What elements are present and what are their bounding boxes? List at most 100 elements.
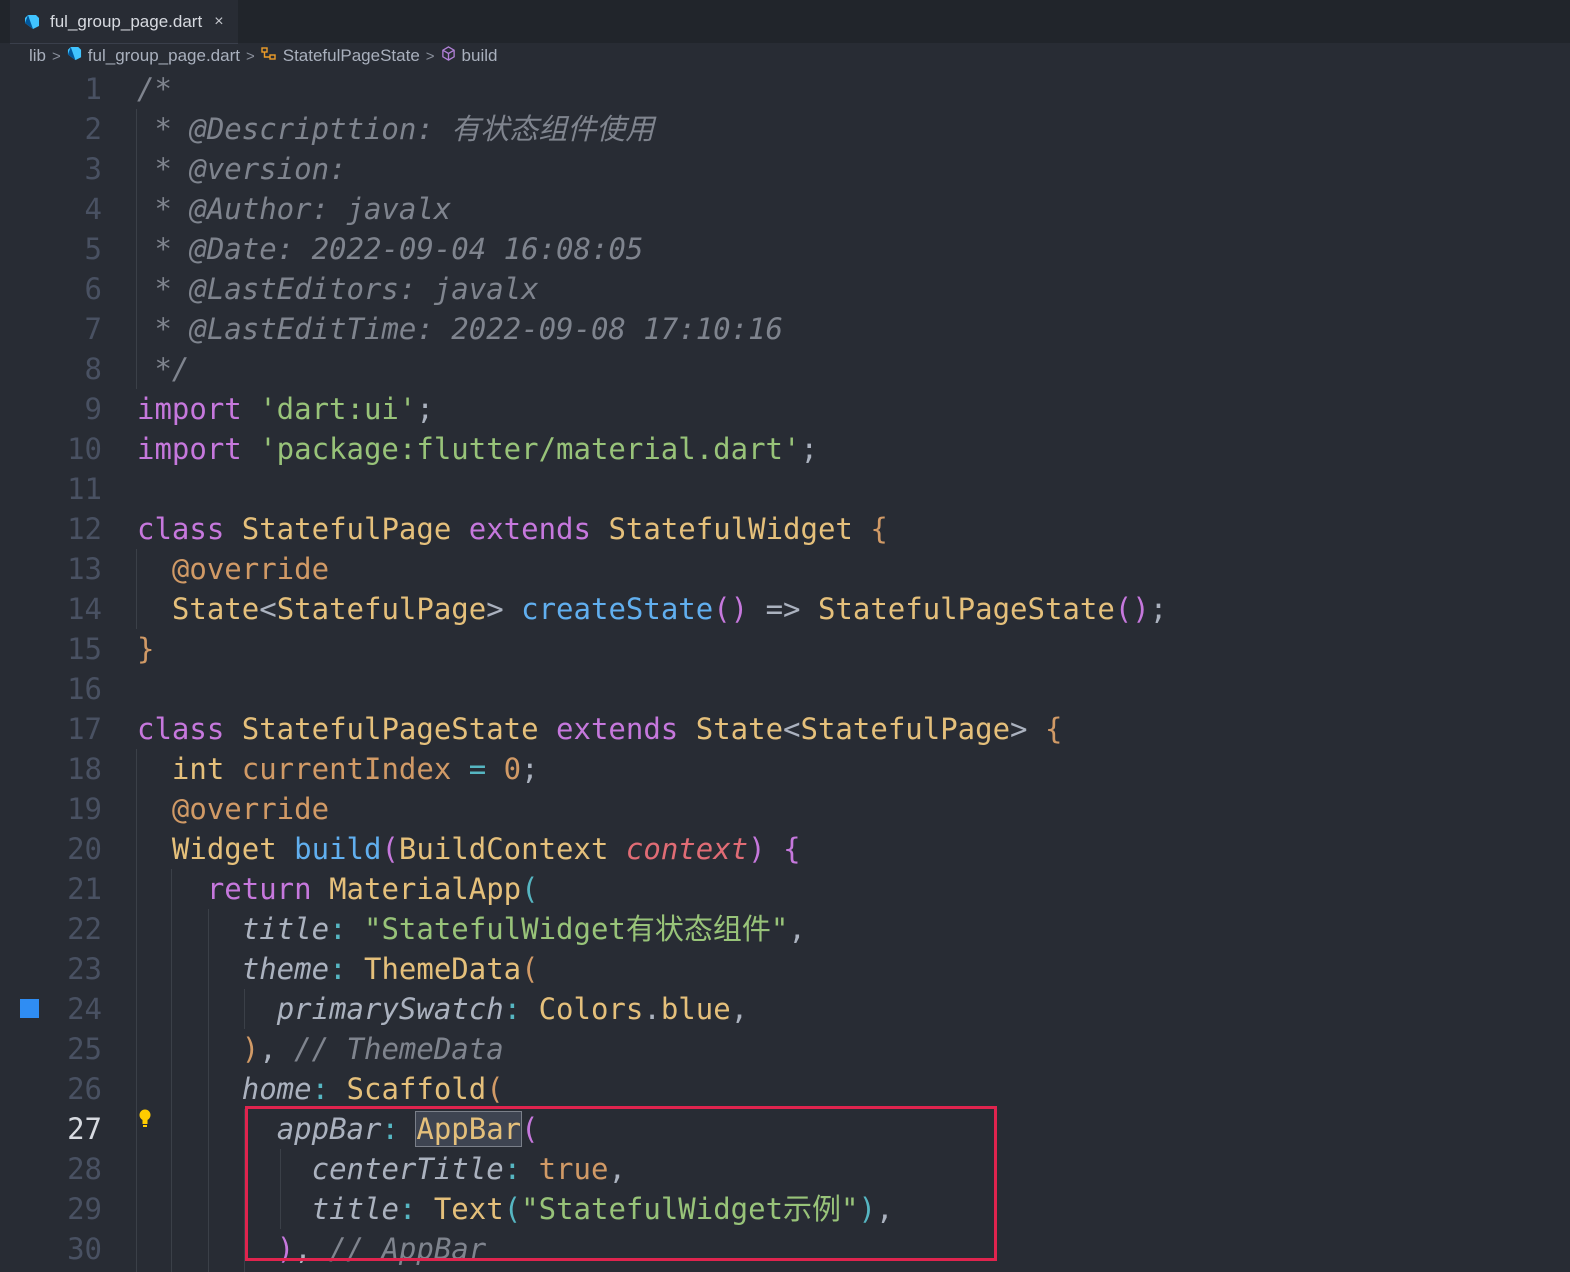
code-token: <	[783, 712, 801, 746]
code-line[interactable]: 11	[0, 469, 1570, 509]
code-text[interactable]: import 'dart:ui';	[137, 389, 434, 429]
code-text[interactable]: home: Scaffold(	[137, 1069, 504, 1109]
code-line[interactable]: 18 int currentIndex = 0;	[0, 749, 1570, 789]
code-text[interactable]: State<StatefulPage> createState() => Sta…	[137, 589, 1167, 629]
code-line[interactable]: 7 * @LastEditTime: 2022-09-08 17:10:16	[0, 309, 1570, 349]
code-text[interactable]: /*	[137, 69, 172, 109]
code-token: {	[1044, 712, 1063, 746]
code-text[interactable]: ), // ThemeData	[137, 1029, 504, 1069]
code-line[interactable]: 20 Widget build(BuildContext context) {	[0, 829, 1570, 869]
code-token: import	[137, 392, 260, 426]
code-text[interactable]: * @LastEditors: javalx	[137, 269, 538, 309]
code-token: )	[241, 1032, 260, 1066]
code-text[interactable]: * @LastEditTime: 2022-09-08 17:10:16	[137, 309, 783, 349]
lightbulb-icon[interactable]	[138, 1108, 152, 1128]
code-line[interactable]: 15}	[0, 629, 1570, 669]
code-line[interactable]: 19 @override	[0, 789, 1570, 829]
line-number: 22	[67, 912, 102, 946]
code-text[interactable]: import 'package:flutter/material.dart';	[137, 429, 818, 469]
editor-tab-bar: ful_group_page.dart ×	[0, 0, 1570, 44]
code-line[interactable]: 13 @override	[0, 549, 1570, 589]
code-line[interactable]: 9 import 'dart:ui';	[0, 389, 1570, 429]
code-text[interactable]: * @Date: 2022-09-04 16:08:05	[137, 229, 643, 269]
code-token: BuildContext	[398, 832, 626, 866]
code-text[interactable]: class StatefulPageState extends State<St…	[137, 709, 1062, 749]
code-token: @override	[171, 792, 330, 826]
code-text[interactable]: title: "StatefulWidget有状态组件",	[137, 909, 806, 949]
method-cube-icon	[441, 46, 456, 66]
code-text[interactable]: theme: ThemeData(	[137, 949, 539, 989]
code-line[interactable]: 22 title: "StatefulWidget有状态组件",	[0, 909, 1570, 949]
code-line[interactable]: 4 * @Author: javalx	[0, 189, 1570, 229]
code-text[interactable]: * @Author: javalx	[137, 189, 451, 229]
code-token: Scaffold	[346, 1072, 487, 1106]
line-number: 23	[67, 952, 102, 986]
code-token: * @Descripttion: 有状态组件使用	[137, 112, 655, 146]
code-line[interactable]: 21 return MaterialApp(	[0, 869, 1570, 909]
breadcrumb-item-method[interactable]: build	[441, 46, 497, 66]
code-token: 'package:flutter/material.dart'	[259, 432, 801, 466]
code-line[interactable]: 26 home: Scaffold(	[0, 1069, 1570, 1109]
code-token: "StatefulWidget有状态组件"	[364, 912, 789, 946]
code-line[interactable]: 24 primarySwatch: Colors.blue,	[0, 989, 1570, 1029]
code-text[interactable]: return MaterialApp(	[137, 869, 539, 909]
code-line[interactable]: 3 * @version:	[0, 149, 1570, 189]
code-token: theme	[241, 952, 330, 986]
code-text[interactable]: class StatefulPage extends StatefulWidge…	[137, 509, 888, 549]
line-number: 27	[67, 1112, 102, 1146]
code-line[interactable]: 12 class StatefulPage extends StatefulWid…	[0, 509, 1570, 549]
file-tab[interactable]: ful_group_page.dart ×	[10, 0, 238, 44]
line-number: 6	[84, 272, 102, 306]
code-line[interactable]: 1 /*	[0, 69, 1570, 109]
code-token: blue	[660, 992, 731, 1026]
code-line[interactable]: 6 * @LastEditors: javalx	[0, 269, 1570, 309]
modified-line-marker[interactable]	[20, 999, 39, 1018]
line-number: 7	[84, 312, 102, 346]
code-line[interactable]: 10 import 'package:flutter/material.dart'…	[0, 429, 1570, 469]
code-token: extends	[468, 512, 609, 546]
line-number: 15	[67, 632, 102, 666]
code-text[interactable]: primarySwatch: Colors.blue,	[137, 989, 748, 1029]
line-number: 18	[67, 752, 102, 786]
breadcrumb-item-lib[interactable]: lib	[29, 46, 46, 66]
code-token: :	[503, 992, 539, 1026]
code-token: StatefulPage	[241, 512, 469, 546]
code-token: =	[451, 752, 504, 786]
breadcrumb-item-class[interactable]: StatefulPageState	[261, 46, 420, 66]
code-line[interactable]: 8 */	[0, 349, 1570, 389]
close-icon[interactable]: ×	[214, 13, 223, 31]
code-token: <	[259, 592, 277, 626]
code-text[interactable]: @override	[137, 549, 329, 589]
code-token: :	[311, 1072, 347, 1106]
code-text[interactable]: Widget build(BuildContext context) {	[137, 829, 801, 869]
class-icon	[261, 46, 277, 66]
code-token: StatefulWidget	[608, 512, 871, 546]
breadcrumb-item-file[interactable]: ful_group_page.dart	[67, 46, 240, 66]
code-token: (	[521, 952, 539, 986]
line-number: 2	[84, 112, 102, 146]
code-text[interactable]: */	[137, 349, 189, 389]
code-text[interactable]: * @Descripttion: 有状态组件使用	[137, 109, 654, 149]
code-line[interactable]: 14 State<StatefulPage> createState() => …	[0, 589, 1570, 629]
code-line[interactable]: 25 ), // ThemeData	[0, 1029, 1570, 1069]
code-token: extends	[556, 712, 696, 746]
code-text[interactable]: int currentIndex = 0;	[137, 749, 539, 789]
code-line[interactable]: 23 theme: ThemeData(	[0, 949, 1570, 989]
code-text[interactable]: * @version:	[137, 149, 346, 189]
code-line[interactable]: 16	[0, 669, 1570, 709]
line-number: 3	[84, 152, 102, 186]
code-text[interactable]: @override	[137, 789, 329, 829]
code-token: return	[206, 872, 330, 906]
code-line[interactable]: 5 * @Date: 2022-09-04 16:08:05	[0, 229, 1570, 269]
code-token: MaterialApp	[329, 872, 522, 906]
code-token: primarySwatch	[276, 992, 504, 1026]
code-line[interactable]: 17 class StatefulPageState extends State<…	[0, 709, 1570, 749]
code-text[interactable]: }	[137, 629, 154, 669]
code-token: ,	[730, 992, 749, 1026]
code-token: .	[643, 992, 661, 1026]
code-editor[interactable]: 1/* 2 * @Descripttion: 有状态组件使用 3 * @versio…	[0, 69, 1570, 1272]
code-line[interactable]: 2 * @Descripttion: 有状态组件使用	[0, 109, 1570, 149]
line-number: 13	[67, 552, 102, 586]
